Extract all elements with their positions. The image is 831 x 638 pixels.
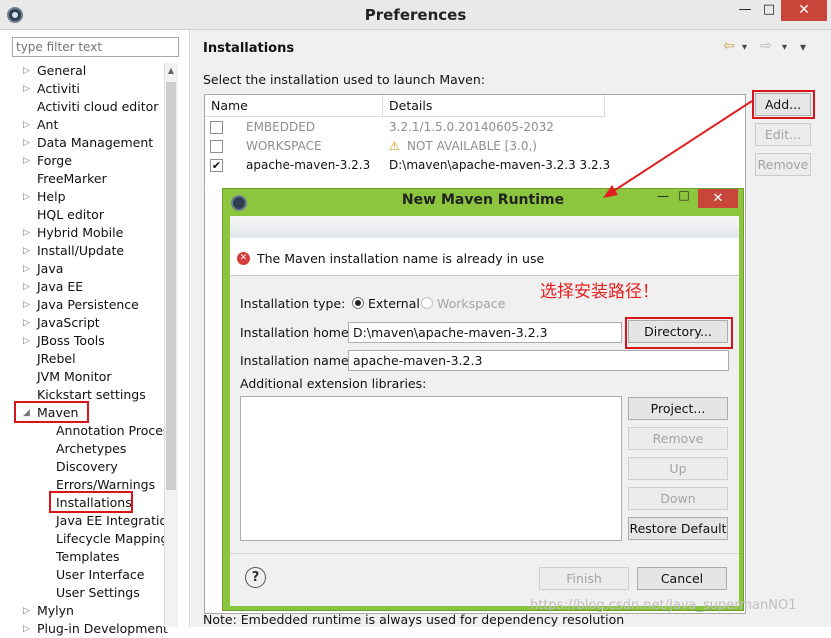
watermark-text: https://blog.csdn.net/Java_supermanNO1: [530, 598, 797, 613]
annotation-arrow: [603, 100, 753, 198]
